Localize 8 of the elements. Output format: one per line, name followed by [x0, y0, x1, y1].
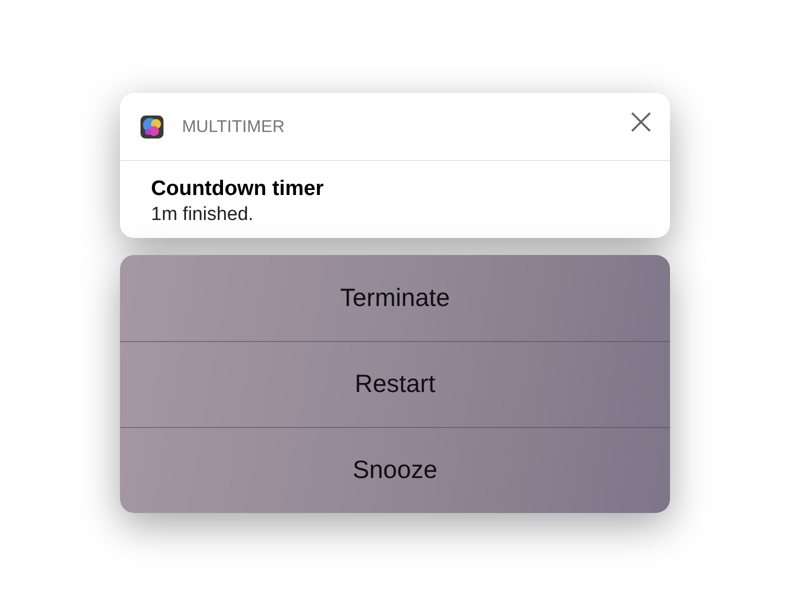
close-icon[interactable]: [630, 110, 652, 132]
app-icon: [140, 114, 164, 138]
action-button[interactable]: Terminate: [120, 255, 670, 341]
app-name: MULTITIMER: [182, 116, 286, 136]
action-button[interactable]: Restart: [120, 341, 670, 427]
action-button[interactable]: Snooze: [120, 427, 670, 513]
notification-message: 1m finished.: [151, 204, 254, 226]
notification-title: Countdown timer: [151, 177, 325, 201]
